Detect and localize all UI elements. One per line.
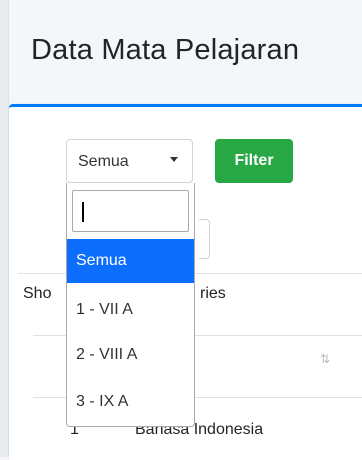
entries-length-select[interactable]: [199, 219, 210, 259]
sidebar-edge: [0, 0, 9, 457]
dropdown-search-field[interactable]: [72, 190, 189, 232]
dropdown-search-input[interactable]: [73, 191, 188, 231]
sort-icon[interactable]: ⇅: [320, 352, 330, 366]
dropdown-option-viii-a[interactable]: 2 - VIII A: [67, 333, 194, 377]
page-title: Data Mata Pelajaran: [31, 34, 300, 66]
kelas-dropdown: Semua 1 - VII A 2 - VIII A 3 - IX A: [66, 183, 195, 427]
filter-button[interactable]: Filter: [215, 139, 293, 183]
entries-label: ries: [200, 285, 226, 302]
dropdown-option-semua[interactable]: Semua: [67, 239, 194, 283]
text-cursor: [82, 202, 84, 222]
show-label: Sho: [23, 285, 52, 302]
dropdown-option-ix-a[interactable]: 3 - IX A: [67, 380, 194, 424]
chevron-down-icon: [170, 157, 178, 162]
dropdown-option-vii-a[interactable]: 1 - VII A: [67, 288, 194, 332]
kelas-select-value: Semua: [78, 153, 129, 170]
kelas-select[interactable]: Semua: [66, 139, 193, 183]
